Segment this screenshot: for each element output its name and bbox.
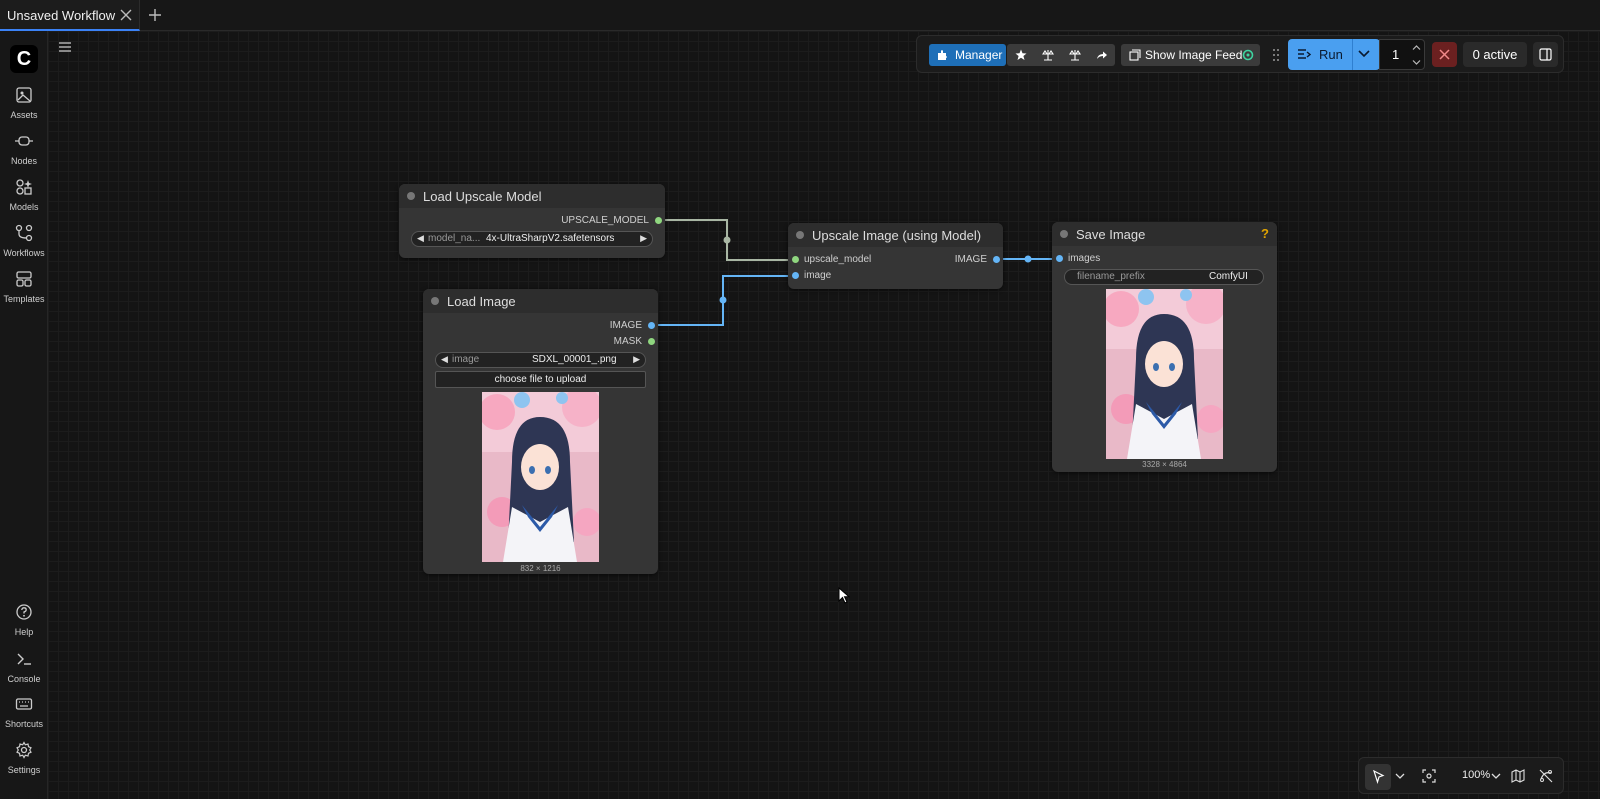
link-visibility-icon[interactable] xyxy=(1539,769,1553,783)
node-save-image[interactable]: Save Image ? images filename_prefix Comf… xyxy=(1052,222,1277,472)
image-feed-icon xyxy=(1129,49,1141,61)
batch-count-value[interactable]: 1 xyxy=(1392,47,1399,62)
puzzle-icon xyxy=(938,50,947,60)
collapse-dot[interactable] xyxy=(1060,230,1068,238)
image-preview xyxy=(1106,289,1223,459)
action-bar: Manager Show Image Feed Run 1 0 active xyxy=(916,35,1564,73)
widget-label: image xyxy=(452,354,480,365)
canvas-controls: 100% xyxy=(1358,757,1564,794)
widget-value: 4x-UltraSharpV2.safetensors xyxy=(486,233,615,244)
input-port-upscale-model[interactable] xyxy=(792,256,799,263)
minimap-icon[interactable] xyxy=(1511,769,1525,783)
node-title-bar[interactable]: Save Image ? xyxy=(1052,222,1277,246)
image-dimensions: 3328 × 4864 xyxy=(1142,460,1187,469)
collapse-dot[interactable] xyxy=(431,297,439,305)
collapse-dot[interactable] xyxy=(796,231,804,239)
widget-label: model_na... xyxy=(428,233,481,244)
manager-button[interactable]: Manager xyxy=(929,44,1006,66)
show-image-feed-button[interactable]: Show Image Feed xyxy=(1121,44,1260,66)
output-port-mask[interactable] xyxy=(648,338,655,345)
node-title-bar[interactable]: Load Upscale Model xyxy=(399,184,665,208)
image-preview xyxy=(482,392,599,562)
arrow-right-icon[interactable]: ▶ xyxy=(640,233,647,244)
node-title: Upscale Image (using Model) xyxy=(812,228,982,243)
toggle-panel-button[interactable] xyxy=(1533,42,1558,67)
link-midpoint xyxy=(1024,255,1032,263)
node-title: Load Upscale Model xyxy=(423,189,542,204)
filename-prefix-field[interactable]: filename_prefix ComfyUI xyxy=(1064,269,1264,285)
chevron-down-icon[interactable] xyxy=(1395,773,1405,780)
chevron-down-icon[interactable] xyxy=(1491,773,1501,780)
show-image-feed-label: Show Image Feed xyxy=(1145,48,1243,62)
close-icon xyxy=(1439,49,1450,60)
model-name-combo[interactable]: ◀ model_na... 4x-UltraSharpV2.safetensor… xyxy=(411,231,653,247)
link-upscale-model xyxy=(646,219,795,261)
link-midpoint xyxy=(719,296,727,304)
arrow-left-icon[interactable]: ◀ xyxy=(417,233,424,244)
scale-icon[interactable] xyxy=(1042,49,1054,61)
crystools-icon xyxy=(1242,49,1254,61)
output-label-image: IMAGE xyxy=(954,254,987,265)
cancel-run-button[interactable] xyxy=(1432,42,1457,67)
node-links xyxy=(646,219,1060,326)
widget-label: filename_prefix xyxy=(1077,271,1145,282)
pointer-icon xyxy=(1373,770,1385,784)
star-icon[interactable] xyxy=(1015,49,1027,61)
link-midpoint xyxy=(723,236,731,244)
scale-alt-icon[interactable] xyxy=(1069,49,1081,61)
chevron-up-icon[interactable] xyxy=(1412,44,1421,51)
queue-icon xyxy=(1298,49,1311,59)
widget-value: ComfyUI xyxy=(1209,271,1248,282)
node-title: Load Image xyxy=(447,294,516,309)
output-label-mask: MASK xyxy=(613,336,642,347)
select-mode-button[interactable] xyxy=(1365,764,1391,790)
node-title-bar[interactable]: Load Image xyxy=(423,289,658,313)
output-port-image[interactable] xyxy=(648,322,655,329)
manager-label: Manager xyxy=(955,48,1003,62)
fit-view-icon[interactable] xyxy=(1422,769,1436,783)
run-label: Run xyxy=(1319,47,1343,62)
image-combo[interactable]: ◀ image SDXL_00001_.png ▶ xyxy=(435,352,646,368)
node-load-upscale-model[interactable]: Load Upscale Model UPSCALE_MODEL ◀ model… xyxy=(399,184,665,258)
input-label-images: images xyxy=(1068,253,1101,264)
input-port-image[interactable] xyxy=(792,272,799,279)
image-dimensions: 832 × 1216 xyxy=(520,564,561,573)
node-help-icon[interactable]: ? xyxy=(1261,226,1269,241)
chevron-down-icon[interactable] xyxy=(1412,59,1421,66)
drag-handle-icon[interactable] xyxy=(1272,48,1280,62)
mouse-cursor-icon xyxy=(838,587,850,604)
active-queue-button[interactable]: 0 active xyxy=(1463,42,1527,67)
run-button[interactable]: Run xyxy=(1288,39,1380,70)
output-port-upscale-model[interactable] xyxy=(655,217,662,224)
node-title-bar[interactable]: Upscale Image (using Model) xyxy=(788,223,1003,247)
output-label-image: IMAGE xyxy=(609,320,642,331)
node-title: Save Image xyxy=(1076,227,1146,242)
input-label-image: image xyxy=(804,270,832,281)
panel-icon xyxy=(1539,48,1552,61)
arrow-right-icon[interactable]: ▶ xyxy=(633,354,640,365)
chevron-down-icon[interactable] xyxy=(1358,50,1370,58)
input-port-images[interactable] xyxy=(1056,255,1063,262)
node-upscale-image[interactable]: Upscale Image (using Model) upscale_mode… xyxy=(788,223,1003,289)
manager-tools-group xyxy=(1007,44,1115,66)
upload-button[interactable]: choose file to upload xyxy=(435,371,646,388)
output-label-upscale-model: UPSCALE_MODEL xyxy=(561,215,649,226)
anime-girl-preview-image xyxy=(482,392,599,562)
collapse-dot[interactable] xyxy=(407,192,415,200)
node-load-image[interactable]: Load Image IMAGE MASK ◀ image SDXL_00001… xyxy=(423,289,658,574)
anime-girl-preview-image xyxy=(1106,289,1223,459)
zoom-level[interactable]: 100% xyxy=(1462,769,1490,781)
output-port-image[interactable] xyxy=(993,256,1000,263)
arrow-left-icon[interactable]: ◀ xyxy=(441,354,448,365)
share-icon[interactable] xyxy=(1096,49,1108,61)
widget-value: SDXL_00001_.png xyxy=(532,354,617,365)
batch-count-stepper[interactable]: 1 xyxy=(1379,39,1425,70)
run-divider xyxy=(1352,39,1353,70)
input-label-upscale-model: upscale_model xyxy=(804,254,872,265)
